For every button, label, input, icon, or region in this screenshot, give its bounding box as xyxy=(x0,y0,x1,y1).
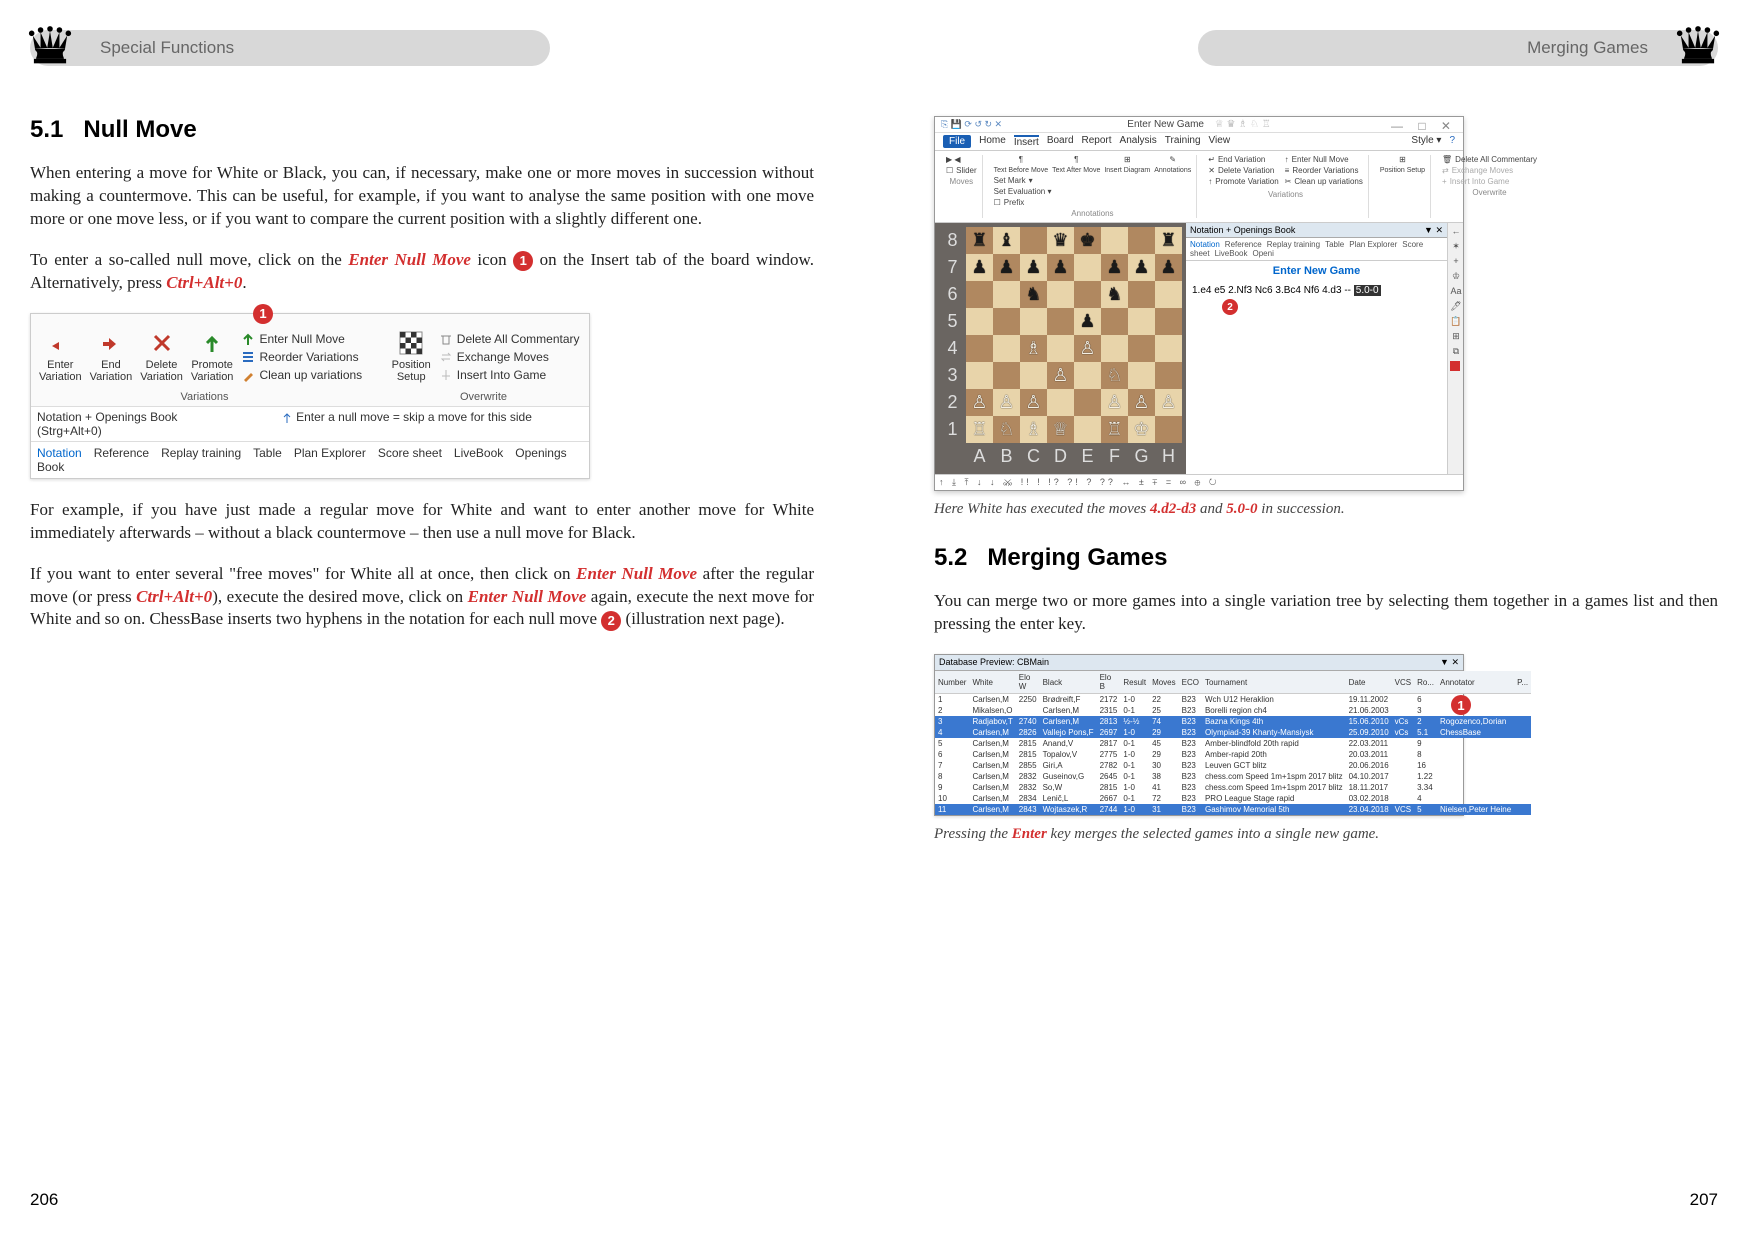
table-row[interactable]: 7Carlsen,M2855Giri,A27820-130B23Leuven G… xyxy=(935,760,1531,771)
queen-icon xyxy=(25,20,75,75)
header-right: Merging Games xyxy=(1198,30,1718,66)
callout-1-inline: 1 xyxy=(513,251,533,271)
table-row[interactable]: 11Carlsen,M2843Wojtaszek,R27441-031B23Ga… xyxy=(935,804,1531,815)
board-caption: Here White has executed the moves 4.d2-d… xyxy=(934,499,1718,519)
callout-1-badge: 1 xyxy=(253,304,273,324)
quick-access-toolbar[interactable]: ⎘ 💾 ⟳ ↺ ↻ ✕ xyxy=(941,119,1002,130)
group-overwrite: Overwrite xyxy=(379,388,589,406)
table-row[interactable]: 5Carlsen,M2815Anand,V28170-145B23Amber-b… xyxy=(935,738,1531,749)
table-row[interactable]: 8Carlsen,M2832Guseinov,G26450-138B23ches… xyxy=(935,771,1531,782)
notation-sidebar[interactable]: ←✶+♔Aa🖊📋⊞⧉ xyxy=(1447,223,1463,474)
callout-2-inline: 2 xyxy=(601,611,621,631)
table-row[interactable]: 3Radjabov,T2740Carlsen,M2813½-½74B23Bazn… xyxy=(935,716,1531,727)
ribbon-toolbar[interactable]: ▶ ◀ ☐ Slider Moves ¶Text Before Move ¶Te… xyxy=(935,151,1463,223)
s51-p1: When entering a move for White or Black,… xyxy=(30,162,814,231)
page-number-right: 207 xyxy=(1690,1190,1718,1210)
enter-variation-button[interactable]: Enter Variation xyxy=(39,329,82,386)
exchange-moves-button[interactable]: Exchange Moves xyxy=(439,350,581,364)
menu-bar[interactable]: File Home Insert Board Report Analysis T… xyxy=(935,133,1463,151)
group-variations: Variations xyxy=(31,388,379,406)
table-row[interactable]: 4Carlsen,M2826Vallejo Pons,F26971-029B23… xyxy=(935,727,1531,738)
page-number-left: 206 xyxy=(30,1190,58,1210)
position-setup-button[interactable]: Position Setup xyxy=(392,329,431,386)
table-row[interactable]: 10Carlsen,M2834Lenič,L26670-172B23PRO Le… xyxy=(935,793,1531,804)
table-row[interactable]: 9Carlsen,M2832So,W28151-041B23chess.com … xyxy=(935,782,1531,793)
db-caption: Pressing the Enter key merges the select… xyxy=(934,824,1718,844)
end-variation-button[interactable]: End Variation xyxy=(90,329,133,386)
window-buttons[interactable]: — □ ✕ xyxy=(1391,119,1457,133)
section-5-1-heading: 5.1Null Move xyxy=(30,116,814,144)
delete-variation-button[interactable]: Delete Variation xyxy=(140,329,183,386)
figure-database-preview: 1 Database Preview: CBMain▼ ✕ NumberWhit… xyxy=(934,654,1464,816)
callout-2-badge: 2 xyxy=(1222,299,1238,315)
enter-null-move-button[interactable]: Enter Null Move xyxy=(241,332,383,346)
insert-into-game-button[interactable]: Insert Into Game xyxy=(439,368,581,382)
figure-toolbar-variations: 1 Enter Variation End Variation Delete V… xyxy=(30,313,590,479)
s51-p3: For example, if you have just made a reg… xyxy=(30,499,814,545)
callout-1-badge-db: 1 xyxy=(1451,695,1471,715)
s51-p2: To enter a so-called null move, click on… xyxy=(30,249,814,295)
s51-p4: If you want to enter several "free moves… xyxy=(30,563,814,632)
delete-all-commentary-button[interactable]: Delete All Commentary xyxy=(439,332,581,346)
table-row[interactable]: 6Carlsen,M2815Topalov,V27751-029B23Amber… xyxy=(935,749,1531,760)
cleanup-variations-button[interactable]: Clean up variations xyxy=(241,368,383,382)
chess-board[interactable]: 8♜♝♛♚♜7♟♟♟♟♟♟♟6♞♞5♟4♗♙3♙♘2♙♙♙♙♙♙1♖♘♗♕♖♔A… xyxy=(935,223,1186,474)
table-row[interactable]: 2Mikalsen,OCarlsen,M23150-125B23Borelli … xyxy=(935,705,1531,716)
s52-p1: You can merge two or more games into a s… xyxy=(934,590,1718,636)
notation-openings-book-header: Notation + Openings Book Enter a null mo… xyxy=(31,406,589,441)
section-5-2-heading: 5.2Merging Games xyxy=(934,544,1718,572)
queen-icon-right xyxy=(1673,20,1723,75)
header-left: Special Functions xyxy=(30,30,550,66)
promote-variation-button[interactable]: Promote Variation xyxy=(191,329,234,386)
table-row[interactable]: 1Carlsen,M2250Brødreift,F21721-022B23Wch… xyxy=(935,694,1531,706)
move-navigation-bar[interactable]: ↑ ⤓ ⤒ ↓ ↓ ⚔ !! ! !? ?! ? ?? ↔ ± ∓ = ∞ ⊕ … xyxy=(935,474,1463,490)
reorder-variations-button[interactable]: Reorder Variations xyxy=(241,350,383,364)
notation-tabs[interactable]: NotationReferenceReplay trainingTablePla… xyxy=(31,441,589,478)
notation-panel: Notation + Openings Book▼ ✕ NotationRefe… xyxy=(1186,223,1447,474)
figure-board-window: ⎘ 💾 ⟳ ↺ ↻ ✕ Enter New Game ♕ ♛ ♗ ♘ ♖ — □… xyxy=(934,116,1464,491)
